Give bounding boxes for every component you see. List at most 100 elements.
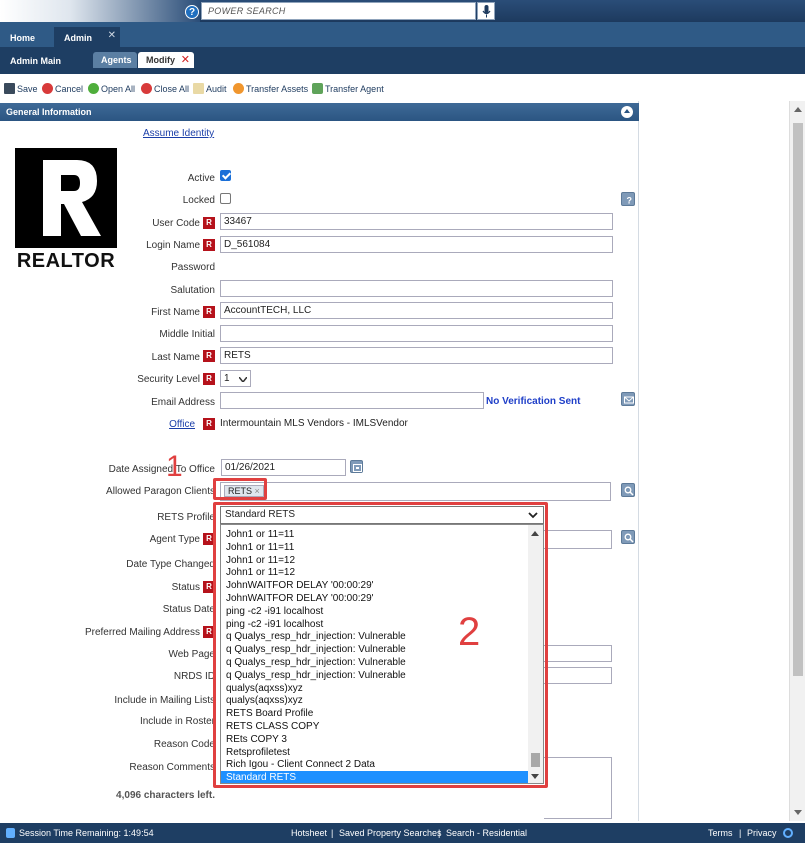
- cancel-button[interactable]: Cancel: [42, 82, 83, 96]
- active-checkbox[interactable]: [220, 170, 231, 181]
- security-level-value: 1: [224, 373, 230, 384]
- tab-home-label: Home: [10, 33, 36, 43]
- user-code-label: User Code: [152, 218, 200, 229]
- svg-text:?: ?: [627, 196, 633, 206]
- close-all-button[interactable]: Close All: [141, 82, 189, 96]
- agent-type-input[interactable]: [544, 530, 612, 549]
- collapse-icon[interactable]: [621, 106, 633, 118]
- separator: |: [438, 828, 441, 838]
- saved-searches-link[interactable]: Saved Property Searches: [339, 828, 442, 838]
- help-icon[interactable]: ?: [185, 5, 199, 19]
- reason-comments-label: Reason Comments: [129, 762, 215, 773]
- status-bar: Session Time Remaining: 1:49:54 Hotsheet…: [0, 823, 805, 843]
- date-type-changed-label: Date Type Changed: [126, 559, 215, 570]
- transfer-assets-button[interactable]: Transfer Assets: [233, 82, 308, 96]
- web-page-label: Web Page: [168, 649, 215, 660]
- question-icon: ?: [627, 196, 633, 206]
- login-name-input[interactable]: D_561084: [220, 236, 613, 253]
- tab-home[interactable]: Home: [0, 27, 52, 47]
- locked-label: Locked: [182, 195, 215, 206]
- calendar-button[interactable]: [350, 460, 363, 473]
- required-icon: R: [203, 350, 215, 362]
- office-value: Intermountain MLS Vendors - IMLSVendor: [220, 418, 408, 429]
- annotation-box-1: [213, 478, 267, 500]
- search-residential-link[interactable]: Search - Residential: [446, 828, 527, 838]
- close-icon[interactable]: ✕: [181, 53, 190, 66]
- help-button[interactable]: ?: [621, 192, 635, 206]
- date-assigned-input[interactable]: 01/26/2021: [221, 459, 346, 476]
- required-icon: R: [203, 306, 215, 318]
- subtab-agents[interactable]: Agents: [93, 52, 137, 68]
- first-name-input[interactable]: AccountTECH, LLC: [220, 302, 613, 319]
- reason-comments-textarea[interactable]: [544, 757, 612, 819]
- required-icon: R: [203, 373, 215, 385]
- last-name-input[interactable]: RETS: [220, 347, 613, 364]
- transfer-assets-label: Transfer Assets: [246, 84, 309, 94]
- transfer-assets-icon: [233, 83, 244, 94]
- subtab-modify-label: Modify: [146, 55, 175, 65]
- hotsheet-link[interactable]: Hotsheet: [291, 828, 327, 838]
- subtab-modify[interactable]: Modify ✕: [138, 52, 194, 68]
- search-agent-type-button[interactable]: [621, 530, 635, 544]
- session-timer: Session Time Remaining: 1:49:54: [19, 828, 154, 838]
- allowed-clients-label: Allowed Paragon Clients: [106, 486, 215, 497]
- salutation-label: Salutation: [170, 285, 215, 296]
- close-icon[interactable]: ✕: [108, 30, 116, 41]
- gear-icon[interactable]: [783, 828, 793, 838]
- audit-label: Audit: [206, 84, 227, 94]
- email-address-input[interactable]: [220, 392, 484, 409]
- search-clients-button[interactable]: [621, 483, 635, 497]
- save-icon: [4, 83, 15, 94]
- nrds-id-input[interactable]: [544, 667, 612, 684]
- cancel-label: Cancel: [55, 84, 84, 94]
- office-link[interactable]: Office: [75, 419, 195, 430]
- microphone-icon[interactable]: [477, 2, 495, 20]
- user-code-input[interactable]: 33467: [220, 213, 613, 230]
- required-icon: R: [203, 217, 215, 229]
- locked-checkbox[interactable]: [220, 193, 231, 204]
- salutation-input[interactable]: [220, 280, 613, 297]
- chevron-down-icon: [239, 377, 247, 382]
- panel-title: General Information: [6, 107, 92, 117]
- send-email-button[interactable]: [621, 392, 635, 406]
- terms-link[interactable]: Terms: [708, 828, 733, 838]
- scroll-thumb[interactable]: [793, 123, 803, 676]
- separator: |: [739, 828, 742, 838]
- web-page-input[interactable]: [544, 645, 612, 662]
- scroll-up-icon[interactable]: [794, 107, 802, 112]
- sub-header: Admin Main Agents Modify ✕: [0, 47, 805, 74]
- cancel-icon: [42, 83, 53, 94]
- transfer-agent-button[interactable]: Transfer Agent: [312, 82, 384, 96]
- power-search-input[interactable]: POWER SEARCH: [201, 2, 476, 20]
- status-date-label: Status Date: [162, 604, 215, 615]
- security-level-label: Security Level: [137, 374, 200, 385]
- status-label: Status: [171, 582, 200, 593]
- magnifier-icon: [624, 533, 634, 543]
- required-icon: R: [203, 239, 215, 251]
- characters-left: 4,096 characters left.: [116, 790, 215, 801]
- scroll-down-icon[interactable]: [794, 810, 802, 815]
- realtor-logo: REALTOR: [12, 146, 120, 272]
- agent-type-label: Agent Type: [149, 534, 200, 545]
- panel-header[interactable]: General Information: [0, 103, 639, 121]
- top-header: ? POWER SEARCH: [0, 0, 805, 22]
- page-scrollbar[interactable]: [789, 101, 805, 821]
- envelope-icon: [624, 396, 634, 404]
- magnifier-icon: [624, 486, 634, 496]
- preferred-mailing-label: Preferred Mailing Address: [84, 627, 200, 638]
- open-all-button[interactable]: Open All: [88, 82, 135, 96]
- save-button[interactable]: Save: [4, 82, 38, 96]
- verification-status: No Verification Sent: [486, 396, 581, 407]
- login-name-label: Login Name: [146, 240, 200, 251]
- privacy-link[interactable]: Privacy: [747, 828, 777, 838]
- open-all-label: Open All: [101, 84, 136, 94]
- audit-button[interactable]: Audit: [193, 82, 227, 96]
- allowed-clients-input[interactable]: RETS ×: [220, 482, 611, 501]
- middle-initial-input[interactable]: [220, 325, 613, 342]
- tab-admin[interactable]: Admin ✕: [54, 27, 120, 47]
- security-level-select[interactable]: 1: [220, 370, 251, 387]
- assume-identity-link[interactable]: Assume Identity: [143, 128, 214, 139]
- last-name-label: Last Name: [151, 352, 200, 363]
- required-icon: R: [203, 418, 215, 430]
- close-all-icon: [141, 83, 152, 94]
